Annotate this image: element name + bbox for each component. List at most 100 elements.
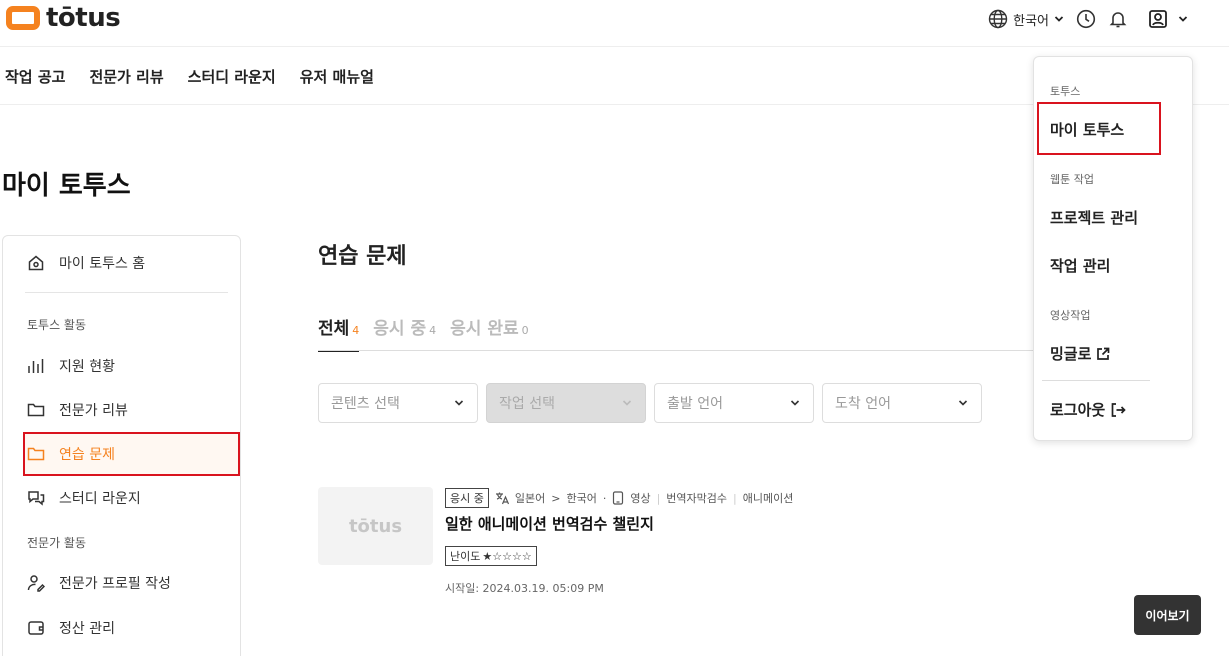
tab-bar: 전체 4 응시 중 4 응시 완료 0 — [318, 314, 529, 352]
chat-bubbles-icon — [25, 487, 47, 509]
chevron-down-icon — [789, 397, 801, 409]
tab-count: 0 — [521, 324, 529, 337]
wallet-icon — [25, 617, 47, 639]
sidebar-item-label: 전문가 프로필 작성 — [59, 576, 171, 592]
practice-meta: 응시 중 일본어 > 한국어 · 영상 | 번역자막검수 | 애니메이션 — [445, 488, 793, 508]
practice-title[interactable]: 일한 애니메이션 번역검수 챌린지 — [445, 513, 654, 534]
menu-item-task-management[interactable]: 작업 관리 — [1050, 255, 1110, 276]
translate-icon — [495, 491, 509, 505]
tab-count: 4 — [352, 324, 360, 337]
sidebar-item-home[interactable]: 마이 토투스 홈 — [25, 251, 145, 275]
sidebar-item-label: 정산 관리 — [59, 621, 115, 637]
external-link-icon — [1096, 347, 1110, 361]
select-placeholder: 출발 언어 — [667, 396, 723, 412]
content-type: 영상 — [630, 492, 651, 505]
dropdown-group-label: 토투스 — [1050, 85, 1081, 98]
sidebar-item-expert-profile[interactable]: 전문가 프로필 작성 — [25, 571, 171, 595]
user-profile-icon — [1147, 8, 1169, 30]
star-rating-icon: ★☆☆☆☆ — [482, 549, 532, 563]
menu-item-label: 로그아웃 — [1050, 401, 1106, 419]
sidebar-item-label: 스터디 라운지 — [59, 491, 141, 507]
user-menu-button[interactable] — [1147, 8, 1189, 30]
logout-icon — [1110, 402, 1126, 418]
divider: | — [733, 491, 737, 505]
nav-item-study-lounge[interactable]: 스터디 라운지 — [188, 66, 276, 87]
bar-chart-icon — [25, 355, 47, 377]
sidebar-item-application-status[interactable]: 지원 현황 — [25, 354, 115, 378]
menu-item-label: 밍글로 — [1050, 345, 1092, 363]
difficulty-badge: 난이도 ★☆☆☆☆ — [445, 546, 537, 566]
chevron-down-icon — [453, 397, 465, 409]
source-language: 일본어 — [514, 492, 546, 505]
practice-thumbnail[interactable]: tōtus — [318, 487, 433, 565]
divider — [1042, 380, 1150, 381]
status-badge: 응시 중 — [445, 488, 489, 508]
thumbnail-logo-text: tōtus — [348, 515, 403, 537]
meta-dot: · — [602, 491, 607, 505]
divider — [25, 292, 228, 293]
task-type: 번역자막검수 — [666, 492, 728, 505]
sidebar: 마이 토투스 홈 토투스 활동 지원 현황 전문가 리뷰 연습 문제 스터디 라… — [2, 235, 241, 656]
target-language: 한국어 — [566, 492, 597, 505]
content-select[interactable]: 콘텐츠 선택 — [318, 383, 478, 423]
tab-completed[interactable]: 응시 완료 0 — [450, 314, 528, 350]
home-icon — [25, 252, 47, 274]
genre: 애니메이션 — [742, 492, 794, 505]
difficulty-label: 난이도 — [450, 550, 481, 563]
sidebar-item-settlement[interactable]: 정산 관리 — [25, 616, 115, 640]
device-icon — [612, 491, 624, 505]
target-language-select[interactable]: 도착 언어 — [822, 383, 982, 423]
nav-item-user-manual[interactable]: 유저 매뉴얼 — [300, 66, 374, 87]
menu-item-mingle[interactable]: 밍글로 — [1050, 343, 1110, 364]
sidebar-item-study-lounge[interactable]: 스터디 라운지 — [25, 486, 141, 510]
sidebar-group-label: 전문가 활동 — [27, 536, 87, 550]
folder-icon — [25, 443, 47, 465]
totus-logo[interactable]: tōtus — [6, 3, 121, 33]
tab-label: 응시 완료 — [450, 319, 519, 339]
page-title: 마이 토투스 — [2, 171, 131, 201]
user-dropdown-menu: 토투스 마이 토투스 웹툰 작업 프로젝트 관리 작업 관리 영상작업 밍글로 … — [1033, 56, 1193, 441]
language-label: 한국어 — [1013, 13, 1049, 29]
sidebar-group-label: 토투스 활동 — [27, 318, 87, 332]
sidebar-item-label: 지원 현황 — [59, 359, 115, 375]
menu-item-my-totus[interactable]: 마이 토투스 — [1050, 119, 1124, 140]
task-select: 작업 선택 — [486, 383, 646, 423]
user-edit-icon — [25, 572, 47, 594]
language-arrow: > — [551, 491, 561, 505]
menu-item-project-management[interactable]: 프로젝트 관리 — [1050, 207, 1138, 228]
sidebar-item-practice-problems[interactable]: 연습 문제 — [25, 442, 115, 466]
chevron-down-icon — [621, 397, 633, 409]
language-selector[interactable]: 한국어 — [987, 8, 1065, 30]
tabs-divider — [318, 350, 1033, 351]
header: tōtus 한국어 — [0, 0, 1229, 47]
history-clock-icon[interactable] — [1075, 8, 1097, 30]
tab-all[interactable]: 전체 4 — [318, 314, 360, 352]
menu-item-logout[interactable]: 로그아웃 — [1050, 399, 1126, 420]
globe-icon — [987, 8, 1009, 30]
bell-icon[interactable] — [1107, 8, 1129, 30]
chevron-down-icon — [1053, 13, 1065, 25]
start-date: 시작일: 2024.03.19. 05:09 PM — [445, 582, 604, 595]
tab-in-progress[interactable]: 응시 중 4 — [373, 314, 436, 350]
filter-bar: 콘텐츠 선택 작업 선택 출발 언어 도착 언어 — [318, 383, 982, 423]
sidebar-item-expert-review[interactable]: 전문가 리뷰 — [25, 398, 128, 422]
folder-icon — [25, 399, 47, 421]
source-language-select[interactable]: 출발 언어 — [654, 383, 814, 423]
divider: | — [656, 491, 661, 505]
tab-count: 4 — [429, 324, 437, 337]
section-title: 연습 문제 — [318, 244, 407, 269]
sidebar-item-label: 연습 문제 — [59, 447, 115, 463]
tab-label: 전체 — [318, 319, 350, 339]
select-placeholder: 콘텐츠 선택 — [331, 396, 400, 412]
sidebar-item-label: 마이 토투스 홈 — [59, 256, 146, 272]
sidebar-item-label: 전문가 리뷰 — [59, 403, 128, 419]
dropdown-group-label: 웹툰 작업 — [1050, 173, 1094, 186]
logo-text: tōtus — [46, 3, 121, 33]
nav-item-expert-review[interactable]: 전문가 리뷰 — [89, 66, 163, 87]
continue-button[interactable]: 이어보기 — [1134, 595, 1201, 635]
header-actions: 한국어 — [987, 8, 1189, 30]
nav-item-job-posts[interactable]: 작업 공고 — [5, 66, 65, 87]
select-placeholder: 작업 선택 — [499, 396, 555, 412]
dropdown-group-label: 영상작업 — [1050, 309, 1091, 322]
select-placeholder: 도착 언어 — [835, 396, 891, 412]
